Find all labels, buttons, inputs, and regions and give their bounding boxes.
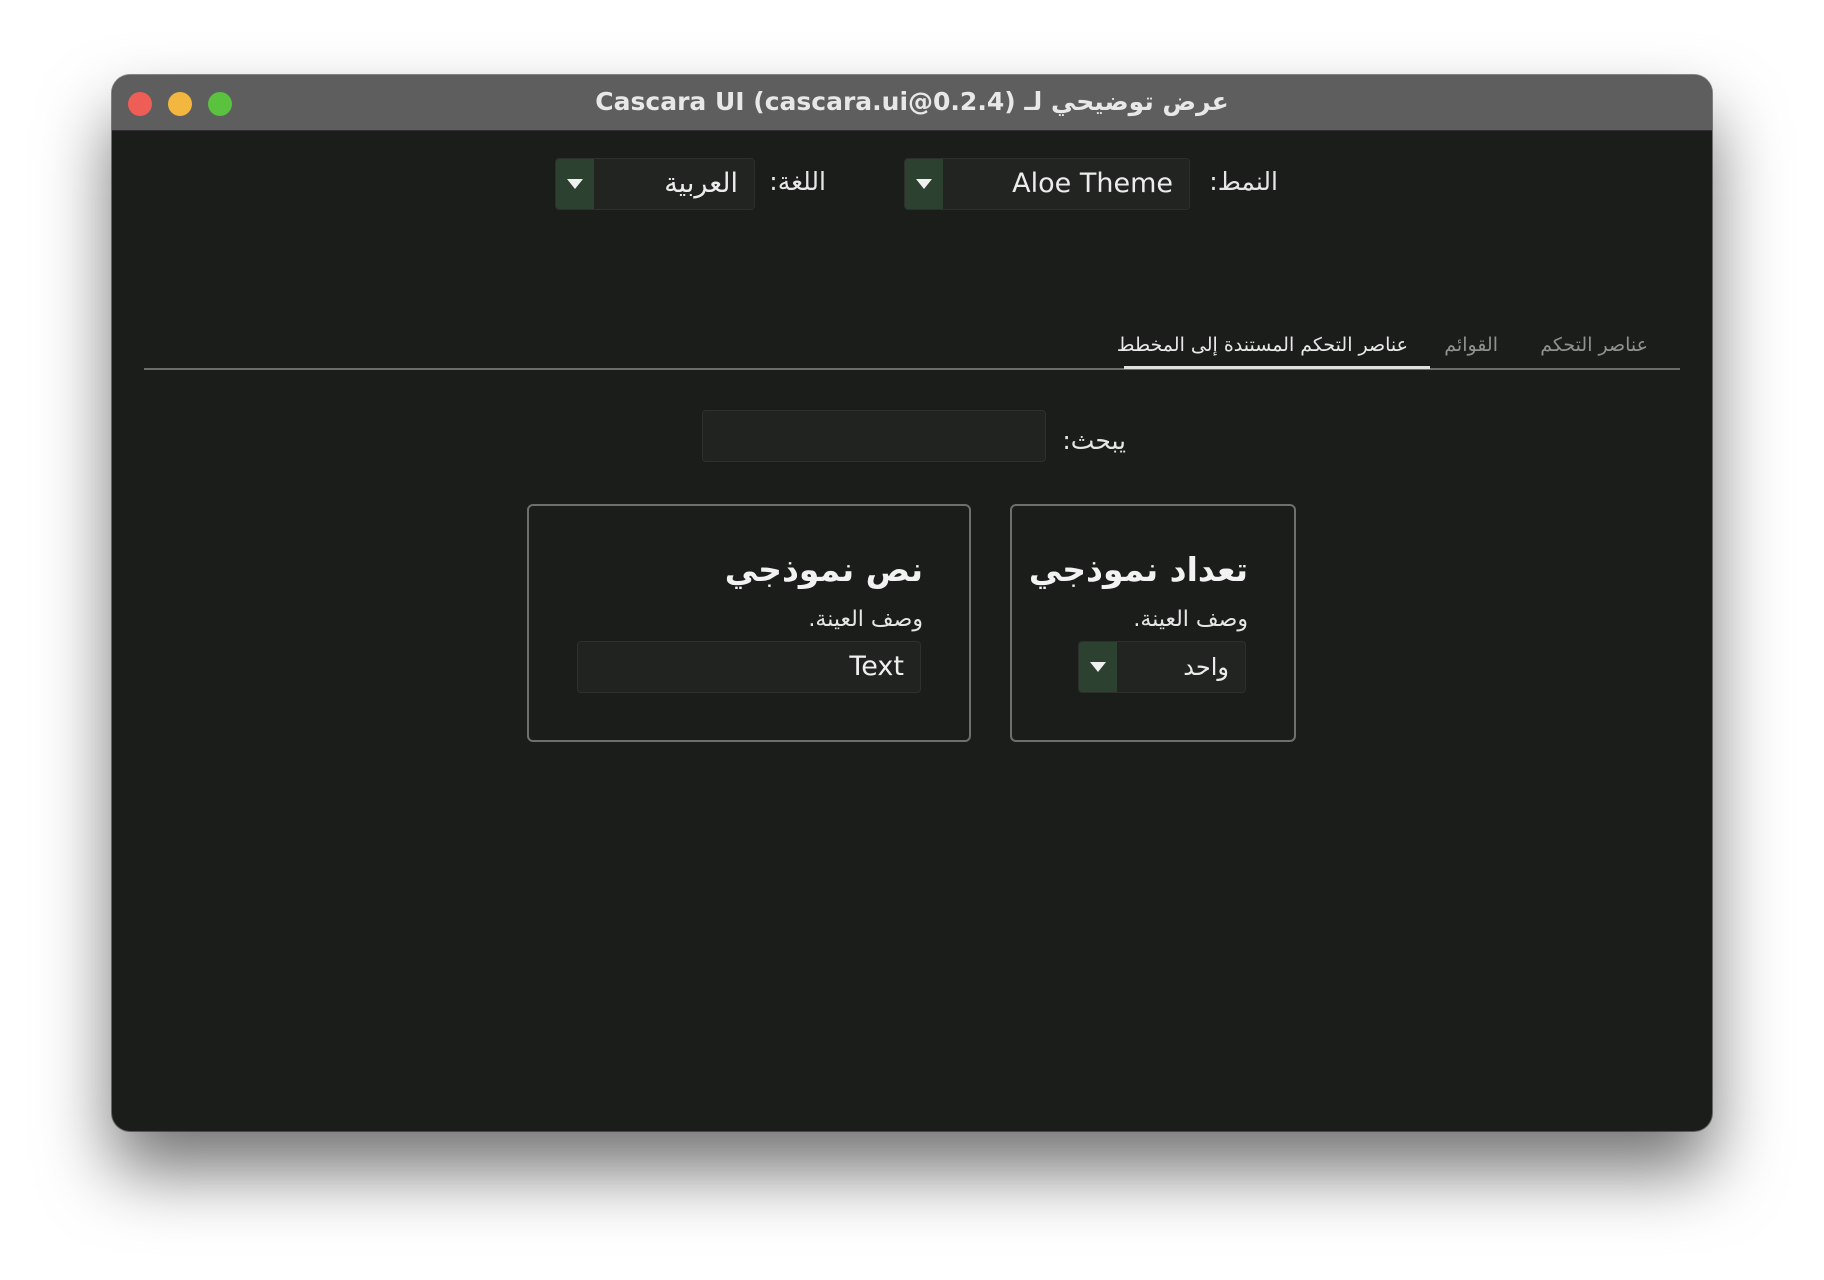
active-tab-indicator [1124, 366, 1430, 369]
app-window: عرض توضيحي لـ Cascara UI (cascara.ui@0.2… [112, 75, 1712, 1131]
sample-text-value: Text [849, 651, 904, 682]
search-label: يبحث: [1062, 426, 1126, 455]
chevron-down-icon[interactable] [556, 159, 594, 209]
main-content: النمط: Aloe Theme اللغة: العربية عناصر ا… [112, 131, 1712, 1131]
window-title: عرض توضيحي لـ Cascara UI (cascara.ui@0.2… [595, 87, 1229, 116]
sample-enum-description: وصف العينة. [1133, 607, 1248, 632]
sample-enum-select[interactable]: واحد [1078, 641, 1246, 693]
sample-text-title: نص نموذجي [724, 550, 923, 589]
sample-text-description: وصف العينة. [808, 607, 923, 632]
chevron-down-icon[interactable] [905, 159, 943, 209]
language-label: اللغة: [769, 167, 826, 196]
language-select[interactable]: العربية [555, 158, 755, 210]
style-label: النمط: [1209, 167, 1278, 196]
chevron-down-icon[interactable] [1079, 642, 1117, 692]
tab-controls[interactable]: عناصر التحكم [1540, 331, 1648, 359]
sample-text-card: نص نموذجي وصف العينة. Text [527, 504, 971, 742]
tab-schema-controls[interactable]: عناصر التحكم المستندة إلى المخطط [1117, 331, 1408, 359]
tabs-divider [144, 368, 1680, 370]
title-bar[interactable]: عرض توضيحي لـ Cascara UI (cascara.ui@0.2… [112, 75, 1712, 131]
sample-text-input[interactable]: Text [577, 641, 921, 693]
search-input[interactable] [702, 410, 1046, 462]
sample-enum-value: واحد [1183, 653, 1229, 681]
sample-enum-card: تعداد نموذجي وصف العينة. واحد [1010, 504, 1296, 742]
style-select[interactable]: Aloe Theme [904, 158, 1190, 210]
style-select-value: Aloe Theme [1012, 168, 1173, 199]
tab-menus[interactable]: القوائم [1444, 331, 1498, 359]
language-select-value: العربية [664, 168, 738, 199]
sample-enum-title: تعداد نموذجي [1028, 550, 1248, 589]
